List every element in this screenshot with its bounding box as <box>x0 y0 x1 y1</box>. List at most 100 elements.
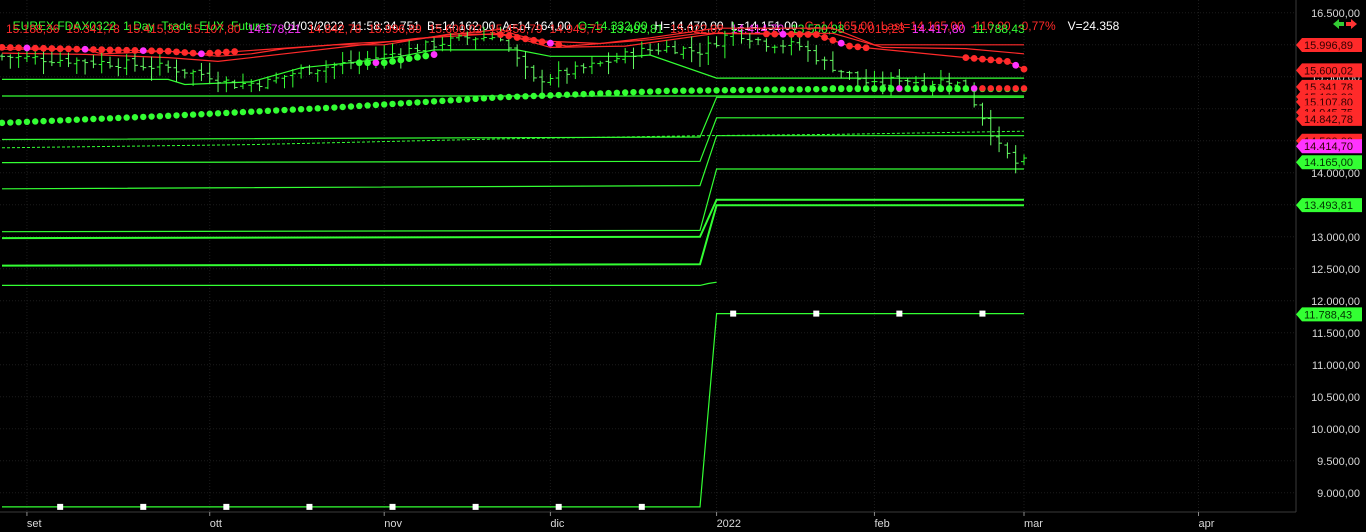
trend-dot <box>156 112 164 120</box>
ohlc-bar <box>32 49 39 65</box>
support-dot <box>987 85 994 92</box>
y-tick-label: 10.500,00 <box>1311 392 1360 404</box>
price-label: 13.493,81 <box>1296 198 1362 213</box>
trend-dot <box>90 115 97 123</box>
stop-dot <box>405 55 413 63</box>
stop-dot <box>854 43 862 51</box>
trend-dot <box>339 103 346 111</box>
price-label-text: 15.996,89 <box>1304 40 1353 52</box>
ohlc-bar <box>597 60 604 67</box>
support-dot <box>1012 85 1019 92</box>
support-dot <box>970 85 978 92</box>
price-chart[interactable]: 16.500,0016.000,0015.500,0015.000,0014.5… <box>0 0 1366 532</box>
y-tick-label: 13.000,00 <box>1311 232 1360 244</box>
trend-dot <box>289 106 297 113</box>
trend-dot <box>580 90 587 98</box>
stop-dot <box>962 54 970 61</box>
y-tick-label: 12.500,00 <box>1311 264 1360 276</box>
ohlc-bar <box>738 28 745 44</box>
ohlc-bar <box>115 58 122 77</box>
ohlc-bar <box>813 45 820 65</box>
ohlc-bar <box>140 57 147 71</box>
y-tick-label: 9.000,00 <box>1317 488 1360 500</box>
ohlc-bar <box>455 33 462 41</box>
y-tick-label: 14.000,00 <box>1311 168 1360 180</box>
stop-dot <box>771 30 779 38</box>
trend-dot <box>306 105 313 112</box>
trend-dot <box>73 116 80 123</box>
stop-dot <box>1003 58 1011 65</box>
stop-dot <box>538 38 546 46</box>
x-tick-label: nov <box>384 518 402 530</box>
trend-dot <box>272 107 280 114</box>
support-dot <box>896 85 903 92</box>
stop-dot <box>189 49 197 57</box>
ohlc-bar <box>123 54 130 76</box>
trend-dot <box>630 88 637 96</box>
ohlc-bar <box>82 58 89 75</box>
trend-dot <box>389 100 396 108</box>
square-marker <box>472 503 479 510</box>
stop-dot <box>23 44 31 52</box>
ohlc-bar <box>1004 142 1011 159</box>
ohlc-bar <box>190 69 197 86</box>
price-label-text: 15.600,02 <box>1304 65 1353 77</box>
stop-dot <box>73 45 81 53</box>
trend-dot <box>638 88 645 96</box>
series-green-line-3 <box>1 117 1024 164</box>
stop-dot <box>995 57 1003 65</box>
square-marker <box>813 310 820 317</box>
trend-dot <box>738 86 745 94</box>
trend-dot <box>181 111 188 119</box>
trend-dot <box>430 98 438 105</box>
y-tick-label: 11.000,00 <box>1312 360 1360 372</box>
trend-dot <box>131 114 139 121</box>
ohlc-bar <box>829 51 836 73</box>
support-dot <box>854 85 862 92</box>
trend-dot <box>297 105 305 113</box>
ohlc-bar <box>439 36 446 52</box>
trend-dot <box>497 94 504 101</box>
ohlc-bar <box>206 62 213 84</box>
ohlc-bar <box>15 52 22 68</box>
trend-dot <box>688 87 695 94</box>
ohlc-bar <box>530 65 537 82</box>
x-tick-label: ott <box>210 518 222 530</box>
ohlc-bar <box>539 69 546 95</box>
stop-dot <box>65 45 72 53</box>
ohlc-bar <box>705 36 712 66</box>
stop-dot <box>114 46 122 54</box>
trend-dot <box>655 88 662 95</box>
price-label-text: 14.165,00 <box>1304 157 1353 169</box>
y-tick-label: 9.500,00 <box>1317 456 1360 468</box>
trend-dot <box>123 114 130 121</box>
stop-dot <box>156 47 164 55</box>
stop-dot <box>372 59 380 67</box>
trend-dot <box>223 109 230 117</box>
stop-dot <box>206 49 214 57</box>
trend-dot <box>538 92 546 99</box>
ohlc-bar <box>688 36 695 63</box>
ohlc-bar <box>605 52 612 75</box>
stop-dot <box>779 30 787 38</box>
trend-dot <box>98 115 105 122</box>
stop-dot <box>131 47 139 54</box>
support-dot <box>887 85 895 92</box>
stop-dot <box>555 41 563 49</box>
stop-dot <box>979 55 986 63</box>
trend-dot <box>588 90 596 97</box>
trend-dot <box>447 97 454 104</box>
ohlc-bar <box>547 73 554 86</box>
series-support-1 <box>2 49 1024 86</box>
stop-dot <box>48 45 56 52</box>
ohlc-bar <box>73 57 80 74</box>
trend-dot <box>646 88 654 95</box>
trend-dot <box>0 119 6 127</box>
support-dot <box>1004 85 1011 92</box>
ohlc-bar <box>821 56 828 70</box>
stop-dot <box>98 46 106 54</box>
y-tick-label: 16.500,00 <box>1311 8 1360 20</box>
trend-dot <box>788 86 795 93</box>
ohlc-bar <box>522 51 529 80</box>
stop-dot <box>31 44 39 52</box>
